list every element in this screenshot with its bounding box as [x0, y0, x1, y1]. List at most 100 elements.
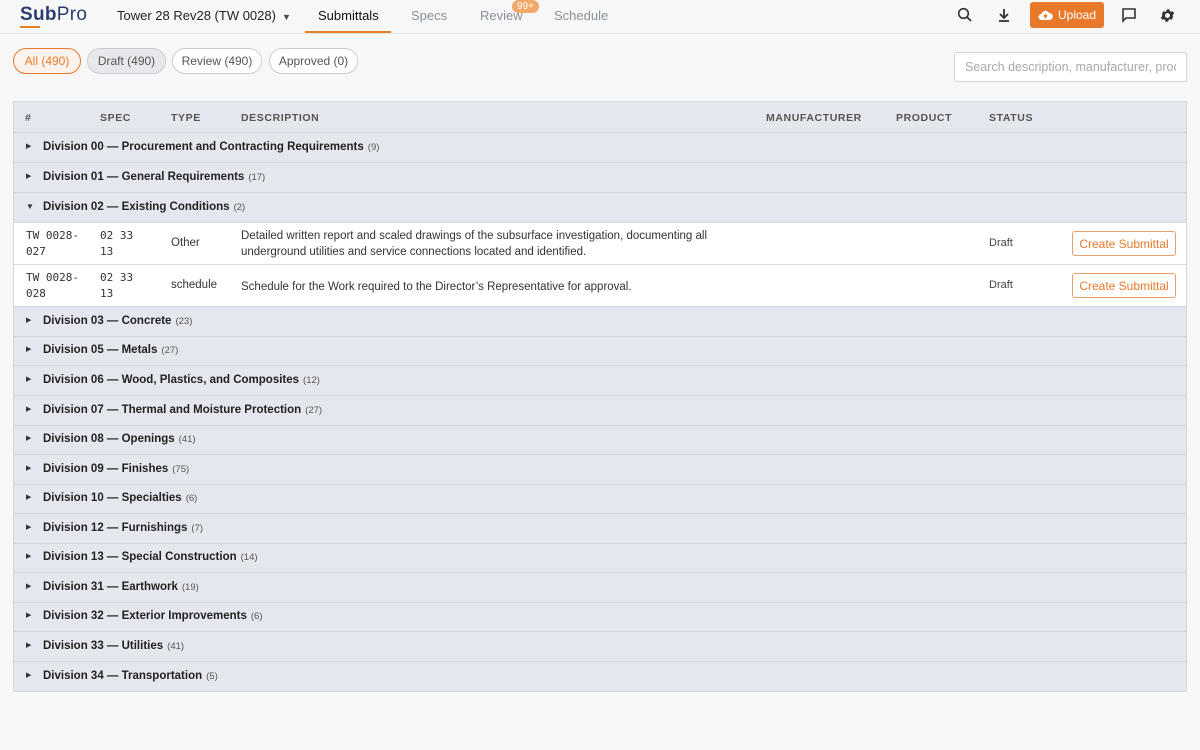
chevron-right-icon: ▶ — [26, 494, 32, 501]
submittal-number: TW 0028- 027 — [26, 228, 79, 260]
col-header-product[interactable]: PRODUCT — [896, 112, 952, 124]
division-name: Division 34 — Transportation — [43, 670, 203, 682]
division-name: Division 31 — Earthwork — [43, 581, 178, 593]
submittals-table: # SPEC TYPE DESCRIPTION MANUFACTURER PRO… — [13, 101, 1187, 692]
division-count: (27) — [161, 345, 179, 356]
status-badge: Draft — [989, 237, 1013, 249]
spec-line1: 02 33 — [100, 229, 134, 242]
division-count: (41) — [167, 641, 185, 652]
submittal-number-line1: TW 0028- — [26, 271, 79, 284]
table-header: # SPEC TYPE DESCRIPTION MANUFACTURER PRO… — [14, 102, 1186, 133]
filter-draft[interactable]: Draft (490) — [87, 48, 166, 74]
division-row[interactable]: ▶ Division 09 — Finishes (75) — [14, 455, 1186, 485]
upload-button[interactable]: Upload — [1030, 2, 1104, 28]
division-row[interactable]: ▶ Division 31 — Earthwork (19) — [14, 573, 1186, 603]
chevron-right-icon: ▶ — [26, 317, 32, 324]
division-name: Division 00 — Procurement and Contractin… — [43, 141, 364, 153]
chevron-right-icon: ▶ — [26, 583, 32, 590]
chevron-right-icon: ▶ — [26, 406, 32, 413]
division-count: (75) — [172, 464, 190, 475]
spec-line1: 02 33 — [100, 271, 134, 284]
chevron-right-icon: ▶ — [26, 376, 32, 383]
submittal-description: Detailed written report and scaled drawi… — [241, 230, 708, 258]
download-icon[interactable] — [996, 7, 1014, 25]
submittal-description: Schedule for the Work required to the Di… — [241, 281, 632, 293]
division-row[interactable]: ▶ Division 00 — Procurement and Contract… — [14, 133, 1186, 163]
chevron-right-icon: ▶ — [26, 553, 32, 560]
create-submittal-button[interactable]: Create Submittal — [1072, 273, 1176, 298]
filter-all[interactable]: All (490) — [13, 48, 81, 74]
tab-schedule[interactable]: Schedule — [554, 8, 608, 23]
chevron-down-icon: ▼ — [26, 202, 34, 211]
project-selector[interactable]: Tower 28 Rev28 (TW 0028) ▼ — [117, 8, 291, 23]
col-header-manufacturer[interactable]: MANUFACTURER — [766, 112, 862, 124]
filter-review[interactable]: Review (490) — [172, 48, 262, 74]
chevron-right-icon: ▶ — [26, 435, 32, 442]
division-row[interactable]: ▶ Division 32 — Exterior Improvements (6) — [14, 602, 1186, 632]
col-header-type[interactable]: TYPE — [171, 112, 201, 124]
division-row[interactable]: ▶ Division 10 — Specialties (6) — [14, 484, 1186, 514]
spec-line2: 13 — [100, 287, 114, 300]
division-row[interactable]: ▶ Division 03 — Concrete (23) — [14, 307, 1186, 337]
col-header-num: # — [25, 112, 32, 124]
submittal-number-line2: 028 — [26, 287, 46, 300]
create-submittal-button[interactable]: Create Submittal — [1072, 231, 1176, 256]
division-row[interactable]: ▶ Division 05 — Metals (27) — [14, 336, 1186, 366]
division-row[interactable]: ▶ Division 12 — Furnishings (7) — [14, 514, 1186, 544]
submittal-number-line1: TW 0028- — [26, 229, 79, 242]
division-name: Division 07 — Thermal and Moisture Prote… — [43, 404, 302, 416]
logo[interactable]: SubPro — [20, 4, 87, 26]
project-name: Tower 28 Rev28 (TW 0028) — [117, 8, 276, 23]
division-count: (19) — [181, 582, 199, 593]
division-row[interactable]: ▶ Division 01 — General Requirements (17) — [14, 163, 1186, 193]
division-count: (7) — [191, 523, 204, 534]
table-row[interactable]: TW 0028- 028 02 33 13 schedule Schedule … — [14, 265, 1186, 307]
division-count: (5) — [206, 671, 218, 682]
chevron-right-icon: ▶ — [26, 672, 32, 679]
division-row[interactable]: ▶ Division 34 — Transportation (5) — [14, 662, 1186, 691]
search-input[interactable] — [954, 52, 1187, 82]
division-row[interactable]: ▶ Division 08 — Openings (41) — [14, 425, 1186, 455]
division-name: Division 12 — Furnishings — [43, 522, 188, 534]
division-name: Division 10 — Specialties — [43, 492, 182, 504]
tab-specs[interactable]: Specs — [411, 8, 447, 23]
top-bar: SubPro Tower 28 Rev28 (TW 0028) ▼ Submitt… — [0, 0, 1200, 34]
division-count: (17) — [248, 172, 266, 183]
chevron-right-icon: ▶ — [26, 465, 32, 472]
division-row[interactable]: ▼ Division 02 — Existing Conditions (2) — [14, 193, 1186, 223]
active-tab-indicator — [305, 31, 391, 33]
division-count: (9) — [367, 142, 380, 153]
division-name: Division 32 — Exterior Improvements — [43, 610, 247, 622]
division-count: (41) — [178, 434, 196, 445]
submittal-number-line2: 027 — [26, 245, 46, 258]
table-row[interactable]: TW 0028- 027 02 33 13 Other Detailed wri… — [14, 223, 1186, 265]
division-row[interactable]: ▶ Division 06 — Wood, Plastics, and Comp… — [14, 366, 1186, 396]
division-name: Division 13 — Special Construction — [43, 551, 237, 563]
col-header-spec[interactable]: SPEC — [100, 112, 131, 124]
col-header-description[interactable]: DESCRIPTION — [241, 112, 319, 124]
search-icon[interactable] — [957, 7, 975, 25]
division-count: (12) — [303, 375, 320, 386]
division-row[interactable]: ▶ Division 07 — Thermal and Moisture Pro… — [14, 396, 1186, 426]
comment-icon[interactable] — [1121, 7, 1139, 25]
gear-icon[interactable] — [1159, 7, 1177, 25]
review-count-badge: 99+ — [512, 0, 539, 13]
division-row[interactable]: ▶ Division 13 — Special Construction (14) — [14, 543, 1186, 573]
chevron-right-icon: ▶ — [26, 642, 32, 649]
division-name: Division 01 — General Requirements — [43, 171, 245, 183]
division-row[interactable]: ▶ Division 33 — Utilities (41) — [14, 632, 1186, 662]
division-count: (2) — [233, 202, 246, 213]
col-header-status[interactable]: STATUS — [989, 112, 1033, 124]
division-count: (6) — [250, 611, 263, 622]
division-name: Division 06 — Wood, Plastics, and Compos… — [43, 374, 300, 386]
division-count: (14) — [240, 552, 258, 563]
submittal-type: schedule — [171, 279, 218, 291]
division-count: (6) — [185, 493, 198, 504]
cloud-upload-icon — [1038, 10, 1053, 20]
division-name: Division 08 — Openings — [43, 433, 175, 445]
submittal-type: Other — [171, 237, 200, 249]
tab-submittals[interactable]: Submittals — [318, 8, 379, 23]
filter-approved[interactable]: Approved (0) — [269, 48, 358, 74]
chevron-right-icon: ▶ — [26, 524, 32, 531]
logo-accent — [20, 26, 40, 28]
